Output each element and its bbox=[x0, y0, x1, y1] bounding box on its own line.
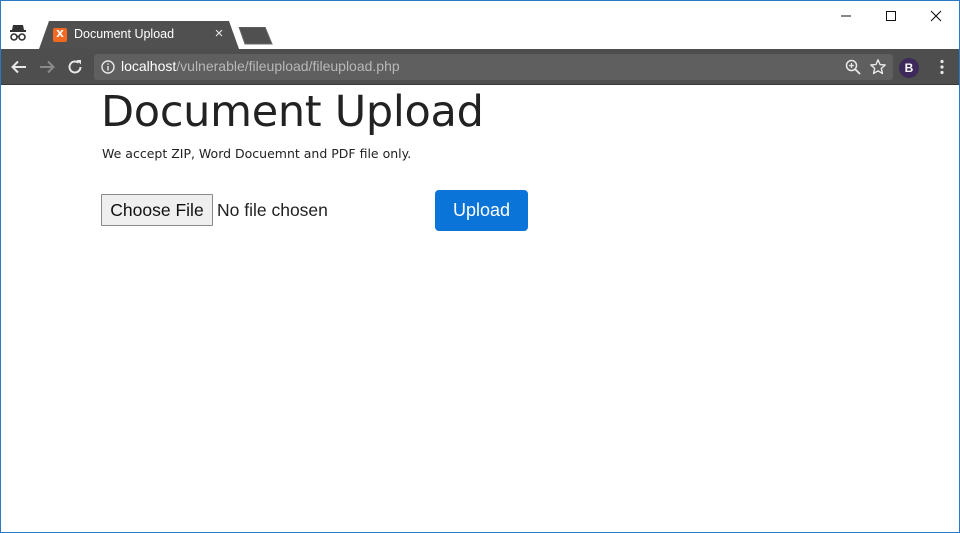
close-icon bbox=[930, 10, 942, 22]
minimize-icon bbox=[841, 15, 851, 17]
choose-file-button[interactable]: Choose File bbox=[101, 194, 213, 226]
minimize-button[interactable] bbox=[823, 1, 869, 31]
url-host: localhost bbox=[121, 58, 177, 74]
reload-icon bbox=[68, 60, 82, 74]
zoom-icon[interactable] bbox=[845, 59, 861, 75]
page-content: Document Upload We accept ZIP, Word Docu… bbox=[1, 86, 959, 532]
profile-extension-button[interactable]: B bbox=[899, 58, 919, 78]
maximize-button[interactable] bbox=[868, 1, 914, 31]
forward-button[interactable] bbox=[36, 56, 58, 78]
tab-close-icon[interactable]: × bbox=[212, 25, 226, 43]
bookmark-star-icon[interactable] bbox=[869, 58, 887, 76]
new-tab-button[interactable] bbox=[237, 27, 273, 45]
kebab-menu-icon[interactable] bbox=[933, 58, 951, 76]
back-button[interactable] bbox=[8, 56, 30, 78]
tab-document-upload[interactable]: X Document Upload × bbox=[39, 21, 239, 49]
page-title: Document Upload bbox=[101, 87, 484, 137]
forward-arrow-icon bbox=[40, 60, 55, 74]
back-arrow-icon bbox=[11, 60, 26, 74]
upload-button[interactable]: Upload bbox=[435, 190, 528, 231]
close-window-button[interactable] bbox=[913, 1, 959, 31]
url-path: /vulnerable/fileupload/fileupload.php bbox=[176, 58, 400, 74]
address-bar[interactable]: localhost/vulnerable/fileupload/fileuplo… bbox=[94, 54, 893, 80]
tab-title: Document Upload bbox=[74, 27, 175, 41]
browser-toolbar: localhost/vulnerable/fileupload/fileuplo… bbox=[1, 49, 959, 85]
incognito-icon bbox=[10, 25, 26, 41]
xampp-favicon-icon: X bbox=[53, 28, 67, 42]
browser-window: X Document Upload × localhost/vulnerable… bbox=[0, 0, 960, 533]
page-subtitle: We accept ZIP, Word Docuemnt and PDF fil… bbox=[102, 146, 412, 161]
reload-button[interactable] bbox=[64, 56, 86, 78]
url-text: localhost/vulnerable/fileupload/fileuplo… bbox=[121, 58, 400, 74]
title-bar: X Document Upload × bbox=[1, 1, 959, 49]
maximize-icon bbox=[886, 11, 896, 21]
info-icon[interactable] bbox=[101, 60, 115, 74]
file-status-text: No file chosen bbox=[217, 200, 328, 220]
